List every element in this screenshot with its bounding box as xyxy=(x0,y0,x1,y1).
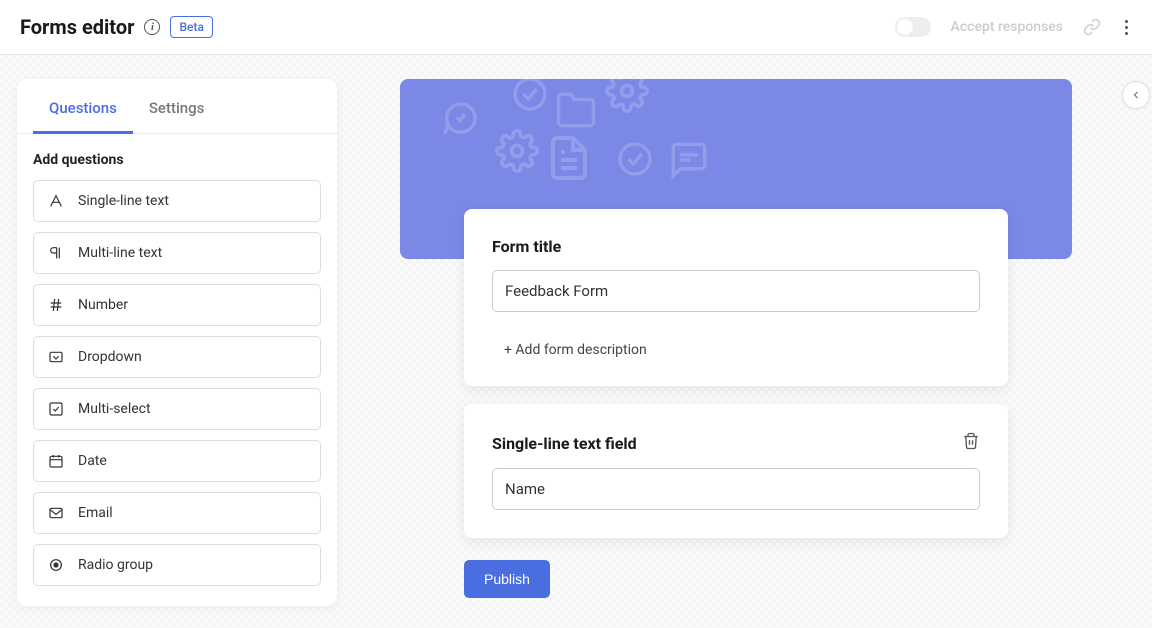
page-title: Forms editor xyxy=(20,15,134,39)
sidebar: Questions Settings Add questions Single-… xyxy=(17,79,337,606)
qtype-single-line-text[interactable]: Single-line text xyxy=(33,180,321,222)
decor-icon xyxy=(545,134,593,182)
link-icon[interactable] xyxy=(1083,18,1101,36)
accept-responses-toggle[interactable] xyxy=(895,17,931,37)
form-title-label: Form title xyxy=(492,237,980,256)
decor-icon xyxy=(668,139,710,181)
field-label-input[interactable] xyxy=(492,468,980,510)
app-header: Forms editor i Beta Accept responses xyxy=(0,0,1152,55)
decor-icon xyxy=(615,139,655,179)
radio-icon xyxy=(48,557,64,573)
form-title-input[interactable] xyxy=(492,270,980,312)
decor-icon xyxy=(555,89,597,131)
qtype-radio-group[interactable]: Radio group xyxy=(33,544,321,586)
envelope-icon xyxy=(48,505,64,521)
info-icon[interactable]: i xyxy=(144,19,160,35)
qtype-label: Multi-select xyxy=(78,401,151,417)
beta-badge: Beta xyxy=(170,16,212,38)
more-menu-button[interactable] xyxy=(1121,16,1132,39)
qtype-dropdown[interactable]: Dropdown xyxy=(33,336,321,378)
collapse-panel-button[interactable] xyxy=(1122,81,1150,109)
qtype-number[interactable]: Number xyxy=(33,284,321,326)
paragraph-icon xyxy=(48,245,64,261)
qtype-label: Date xyxy=(78,453,107,469)
qtype-label: Number xyxy=(78,297,128,313)
decor-icon xyxy=(495,129,539,173)
form-title-card: Form title + Add form description xyxy=(464,209,1008,386)
add-description-button[interactable]: + Add form description xyxy=(492,342,980,358)
decor-icon xyxy=(440,99,480,139)
calendar-icon xyxy=(48,453,64,469)
decor-icon xyxy=(605,79,649,113)
qtype-multi-select[interactable]: Multi-select xyxy=(33,388,321,430)
chevron-left-icon xyxy=(1130,89,1142,101)
add-questions-heading: Add questions xyxy=(17,134,337,180)
question-type-list: Single-line text Multi-line text Number … xyxy=(17,180,337,586)
publish-button[interactable]: Publish xyxy=(464,560,550,598)
trash-icon[interactable] xyxy=(962,432,980,454)
form-field-card: Single-line text field xyxy=(464,404,1008,538)
qtype-label: Multi-line text xyxy=(78,245,162,261)
field-type-label: Single-line text field xyxy=(492,434,637,453)
qtype-date[interactable]: Date xyxy=(33,440,321,482)
workspace: Questions Settings Add questions Single-… xyxy=(0,55,1152,628)
tab-questions[interactable]: Questions xyxy=(33,79,133,134)
qtype-label: Single-line text xyxy=(78,193,169,209)
qtype-label: Dropdown xyxy=(78,349,142,365)
checkbox-icon xyxy=(48,401,64,417)
qtype-label: Radio group xyxy=(78,557,153,573)
hash-icon xyxy=(48,297,64,313)
form-canvas: Form title + Add form description Single… xyxy=(400,79,1072,628)
sidebar-tabs: Questions Settings xyxy=(17,79,337,134)
accept-responses-label: Accept responses xyxy=(951,19,1063,35)
dropdown-icon xyxy=(48,349,64,365)
decor-icon xyxy=(510,79,550,114)
qtype-label: Email xyxy=(78,505,113,521)
text-icon xyxy=(48,193,64,209)
qtype-email[interactable]: Email xyxy=(33,492,321,534)
qtype-multi-line-text[interactable]: Multi-line text xyxy=(33,232,321,274)
tab-settings[interactable]: Settings xyxy=(133,79,221,134)
